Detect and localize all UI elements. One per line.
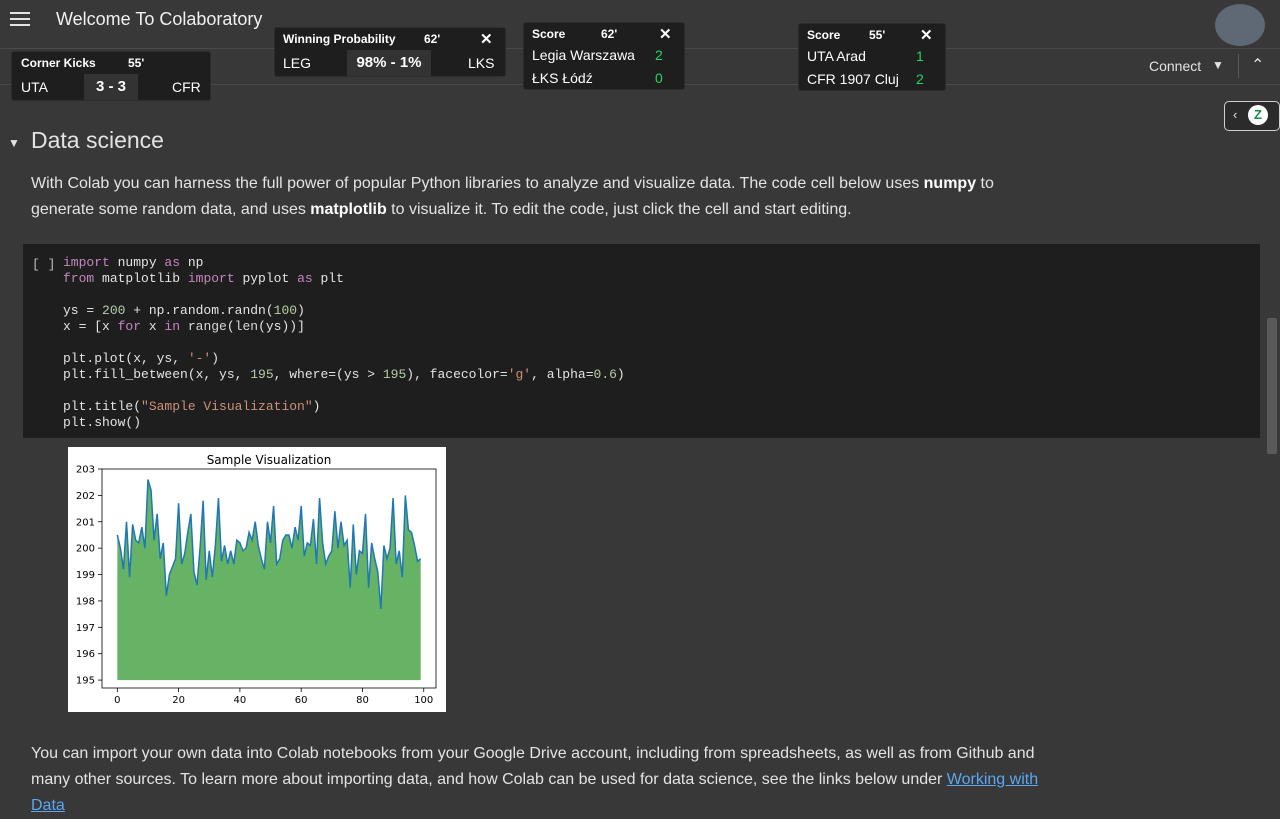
x-tick-label: 100 (414, 695, 433, 706)
toolbar-separator (1238, 54, 1239, 78)
score-widget-uta: Score 55' ✕ UTA Arad 1 CFR 1907 Cluj 2 (798, 23, 946, 91)
home-team: LEG (283, 55, 312, 71)
menu-icon[interactable] (10, 12, 30, 28)
close-icon[interactable]: ✕ (920, 26, 933, 44)
chart-svg: 0 20 40 60 80 100 195 196 197 198 199 200 201 202 203 S… (76, 453, 437, 706)
close-icon[interactable]: ✕ (659, 25, 672, 43)
team-1: Legia Warszawa (532, 47, 635, 63)
x-tick-label: 80 (356, 695, 369, 706)
y-tick-label: 202 (76, 491, 95, 502)
x-tick-label: 60 (295, 695, 308, 706)
widget-label: Score (807, 28, 841, 42)
y-tick-label: 198 (76, 596, 95, 607)
chevron-left-icon: ‹ (1233, 107, 1238, 122)
x-tick-label: 0 (114, 695, 120, 706)
section-collapse-icon[interactable]: ▼ (8, 136, 20, 150)
intro-text: With Colab you can harness the full powe… (31, 175, 924, 192)
y-tick-label: 197 (76, 623, 95, 634)
intro-bold-numpy: numpy (923, 175, 977, 192)
connect-button[interactable]: Connect (1149, 58, 1201, 74)
x-tick-label: 40 (234, 695, 247, 706)
team-1-score: 2 (655, 47, 663, 63)
away-team: LKS (468, 55, 495, 71)
chart-title: Sample Visualization (207, 453, 332, 467)
y-tick-label: 200 (76, 544, 95, 555)
y-tick-label: 196 (76, 649, 95, 660)
score-widget-legia: Score 62' ✕ Legia Warszawa 2 ŁKS Łódź 0 (523, 22, 685, 90)
notebook-title[interactable]: Welcome To Colaboratory (56, 9, 262, 30)
y-tick-label: 203 (76, 465, 95, 476)
outro-text: You can import your own data into Colab … (31, 745, 1035, 788)
x-tick-label: 20 (172, 695, 185, 706)
intro-paragraph: With Colab you can harness the full powe… (31, 171, 1031, 223)
widget-minute: 55' (869, 28, 886, 42)
chart-fill-area (117, 479, 421, 681)
z-logo-icon: Z (1248, 105, 1268, 125)
scrollbar[interactable] (1267, 318, 1277, 454)
close-icon[interactable]: ✕ (480, 30, 493, 48)
y-tick-label: 199 (76, 570, 95, 581)
winning-probability-widget: Winning Probability 62' ✕ LEG 98% - 1% L… (274, 27, 506, 77)
team-1-score: 1 (916, 48, 924, 64)
corner-kicks-widget: Corner Kicks 55' UTA 3 - 3 CFR (11, 51, 211, 101)
widget-minute: 62' (601, 27, 618, 41)
widget-minute: 62' (424, 32, 441, 46)
y-tick-label: 201 (76, 517, 95, 528)
team-1: UTA Arad (807, 48, 866, 64)
home-team: UTA (21, 79, 48, 95)
chevron-down-icon[interactable]: ▼ (1212, 58, 1224, 72)
widget-label: Corner Kicks (21, 56, 96, 70)
extension-toggle-button[interactable]: ‹ Z (1224, 101, 1280, 131)
y-tick-label: 195 (76, 676, 95, 687)
team-2: CFR 1907 Cluj (807, 71, 899, 87)
team-2: ŁKS Łódź (532, 70, 593, 86)
cell-output-plot: 0 20 40 60 80 100 195 196 197 198 199 200 201 202 203 S… (68, 447, 446, 712)
away-team: CFR (172, 79, 201, 95)
widget-label: Score (532, 27, 566, 41)
corner-score: 3 - 3 (84, 74, 138, 100)
outro-paragraph: You can import your own data into Colab … (31, 741, 1041, 819)
win-probability: 98% - 1% (347, 50, 431, 76)
avatar[interactable] (1215, 4, 1265, 46)
chevron-up-icon[interactable]: ⌃ (1251, 55, 1264, 75)
intro-text: to visualize it. To edit the code, just … (386, 201, 852, 218)
team-2-score: 2 (916, 71, 924, 87)
widget-minute: 55' (128, 56, 145, 70)
section-heading: Data science (31, 127, 164, 153)
team-2-score: 0 (655, 70, 663, 86)
run-cell-button[interactable]: [ ] (32, 257, 55, 272)
intro-bold-matplotlib: matplotlib (310, 201, 387, 218)
code-editor[interactable]: import numpy as np from matplotlib impor… (63, 255, 625, 431)
widget-label: Winning Probability (283, 32, 396, 46)
